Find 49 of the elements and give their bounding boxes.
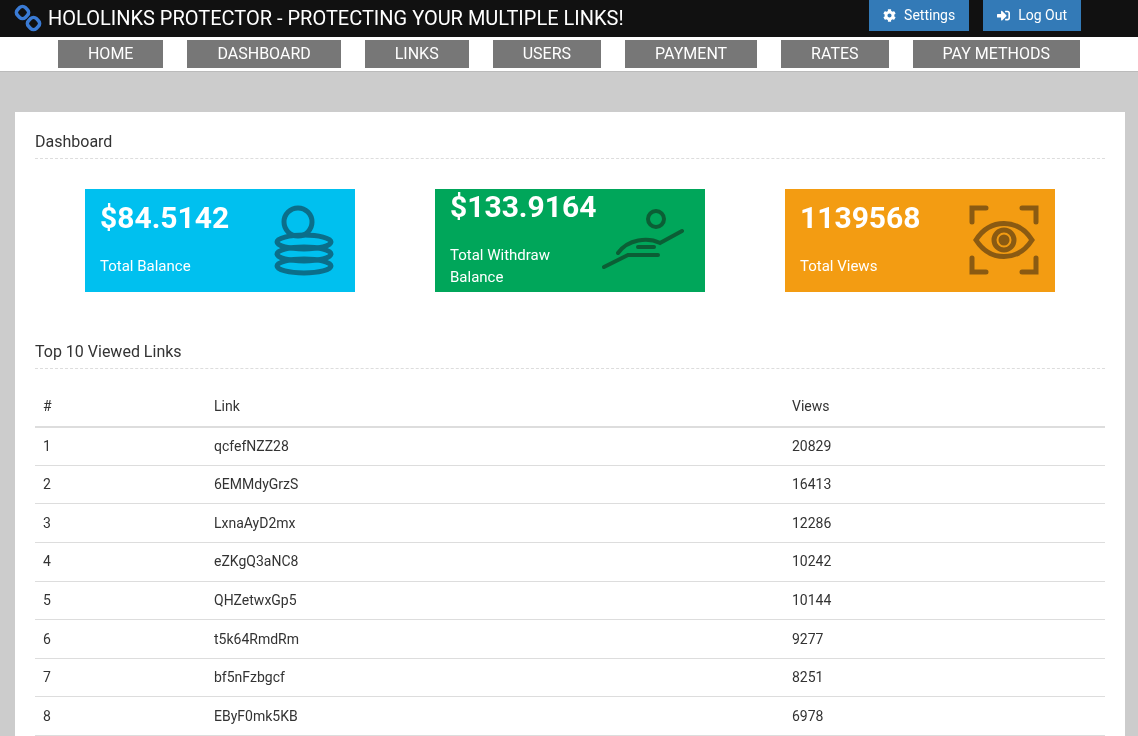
section-title: Dashboard bbox=[35, 129, 1105, 159]
table-cell: 5 bbox=[43, 591, 51, 608]
table-cell: 8 bbox=[43, 707, 51, 724]
table-cell: bf5nFzbgcf bbox=[214, 669, 285, 686]
table-cell: 12286 bbox=[792, 514, 832, 531]
stat-value: $84.5142 bbox=[100, 203, 230, 233]
table-cell: t5k64RmdRm bbox=[214, 630, 299, 647]
table-cell: 9277 bbox=[792, 630, 824, 647]
table-cell: eZKgQ3aNC8 bbox=[214, 553, 299, 570]
nav-button[interactable]: LINKS bbox=[364, 39, 469, 68]
table-cell: 2 bbox=[43, 476, 51, 493]
nav-button[interactable]: PAYMENT bbox=[625, 39, 758, 68]
table-cell: qcfefNZZ28 bbox=[214, 437, 289, 454]
table-cell: 16413 bbox=[792, 476, 832, 493]
nav-button[interactable]: RATES bbox=[781, 39, 889, 68]
nav-button[interactable]: DASHBOARD bbox=[187, 39, 341, 68]
column-header: # bbox=[43, 397, 52, 414]
section-title: Top 10 Viewed Links bbox=[35, 339, 1105, 369]
settings-button[interactable]: Settings bbox=[869, 0, 970, 31]
nav-button[interactable]: HOME bbox=[57, 39, 164, 68]
table-cell: 8251 bbox=[792, 669, 824, 686]
chain-link-icon bbox=[14, 4, 42, 32]
column-header: Views bbox=[792, 397, 830, 414]
table-cell: 6978 bbox=[792, 707, 824, 724]
stat-value: $133.9164 bbox=[450, 191, 598, 222]
nav-button[interactable]: USERS bbox=[492, 39, 601, 68]
table-cell: 6EMMdyGrzS bbox=[214, 476, 299, 493]
table-cell: 4 bbox=[43, 553, 51, 570]
eye-icon bbox=[968, 204, 1040, 277]
table-cell: 1 bbox=[43, 437, 51, 454]
stat-value: 1139568 bbox=[800, 203, 921, 233]
settings-icon bbox=[883, 9, 897, 22]
table-cell: 10242 bbox=[792, 553, 832, 570]
table-cell: LxnaAyD2mx bbox=[214, 514, 296, 531]
table-cell: EByF0mk5KB bbox=[214, 707, 298, 724]
site-title: HOLOLINKS PROTECTOR - PROTECTING YOUR MULTIPLE LINKS! bbox=[48, 5, 624, 32]
table-cell: 6 bbox=[43, 630, 51, 647]
table-cell: QHZetwxGp5 bbox=[214, 591, 297, 608]
logout-icon bbox=[997, 9, 1011, 22]
stat-label: Total Balance bbox=[100, 256, 192, 277]
stat-label: Total Views bbox=[800, 256, 879, 277]
table-cell: 20829 bbox=[792, 437, 832, 454]
table-cell: 3 bbox=[43, 514, 51, 531]
table-cell: 7 bbox=[43, 669, 51, 686]
logout-button[interactable]: Log Out bbox=[983, 0, 1081, 31]
stat-label: Total Withdraw Balance bbox=[450, 244, 552, 289]
nav-button[interactable]: PAY METHODS bbox=[912, 39, 1081, 68]
column-header: Link bbox=[214, 397, 240, 414]
table-cell: 10144 bbox=[792, 591, 832, 608]
